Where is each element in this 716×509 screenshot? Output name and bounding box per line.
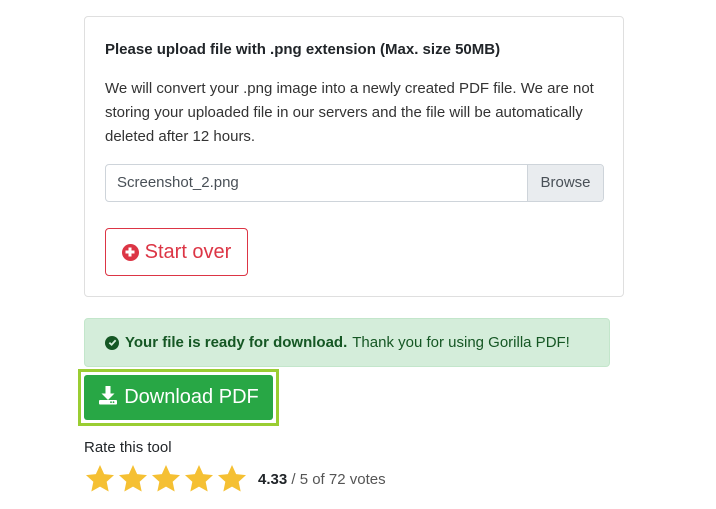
start-over-label: Start over (144, 240, 232, 263)
browse-button[interactable]: Browse (527, 165, 603, 201)
download-pdf-label: Download PDF (124, 386, 259, 408)
plus-circle-icon (121, 243, 139, 261)
upload-card: Please upload file with .png extension (… (84, 16, 624, 297)
rating-stars[interactable] (84, 463, 248, 495)
alert-text: Thank you for using Gorilla PDF! (352, 334, 570, 351)
alert-strong-text: Your file is ready for download. (125, 334, 348, 351)
rate-tool-label: Rate this tool (84, 439, 172, 456)
rating-value: 4.33 (258, 471, 288, 488)
download-highlight: Download PDF (78, 369, 279, 426)
file-input[interactable]: Screenshot_2.png Browse (105, 164, 604, 202)
file-name-field[interactable]: Screenshot_2.png (106, 165, 527, 201)
check-circle-icon (105, 335, 119, 350)
download-pdf-button[interactable]: Download PDF (84, 375, 273, 420)
star-icon[interactable] (84, 463, 116, 495)
start-over-button[interactable]: Start over (105, 228, 248, 276)
star-icon[interactable] (150, 463, 182, 495)
download-icon (98, 385, 118, 411)
star-icon[interactable] (183, 463, 215, 495)
upload-card-description: We will convert your .png image into a n… (105, 80, 594, 145)
star-icon[interactable] (216, 463, 248, 495)
download-ready-alert: Your file is ready for download. Thank y… (84, 318, 610, 367)
star-icon[interactable] (117, 463, 149, 495)
upload-card-title: Please upload file with .png extension (… (105, 41, 501, 58)
rating-summary: 4.33 / 5 of 72 votes (258, 471, 386, 488)
rating-suffix: / 5 of 72 votes (291, 471, 386, 488)
